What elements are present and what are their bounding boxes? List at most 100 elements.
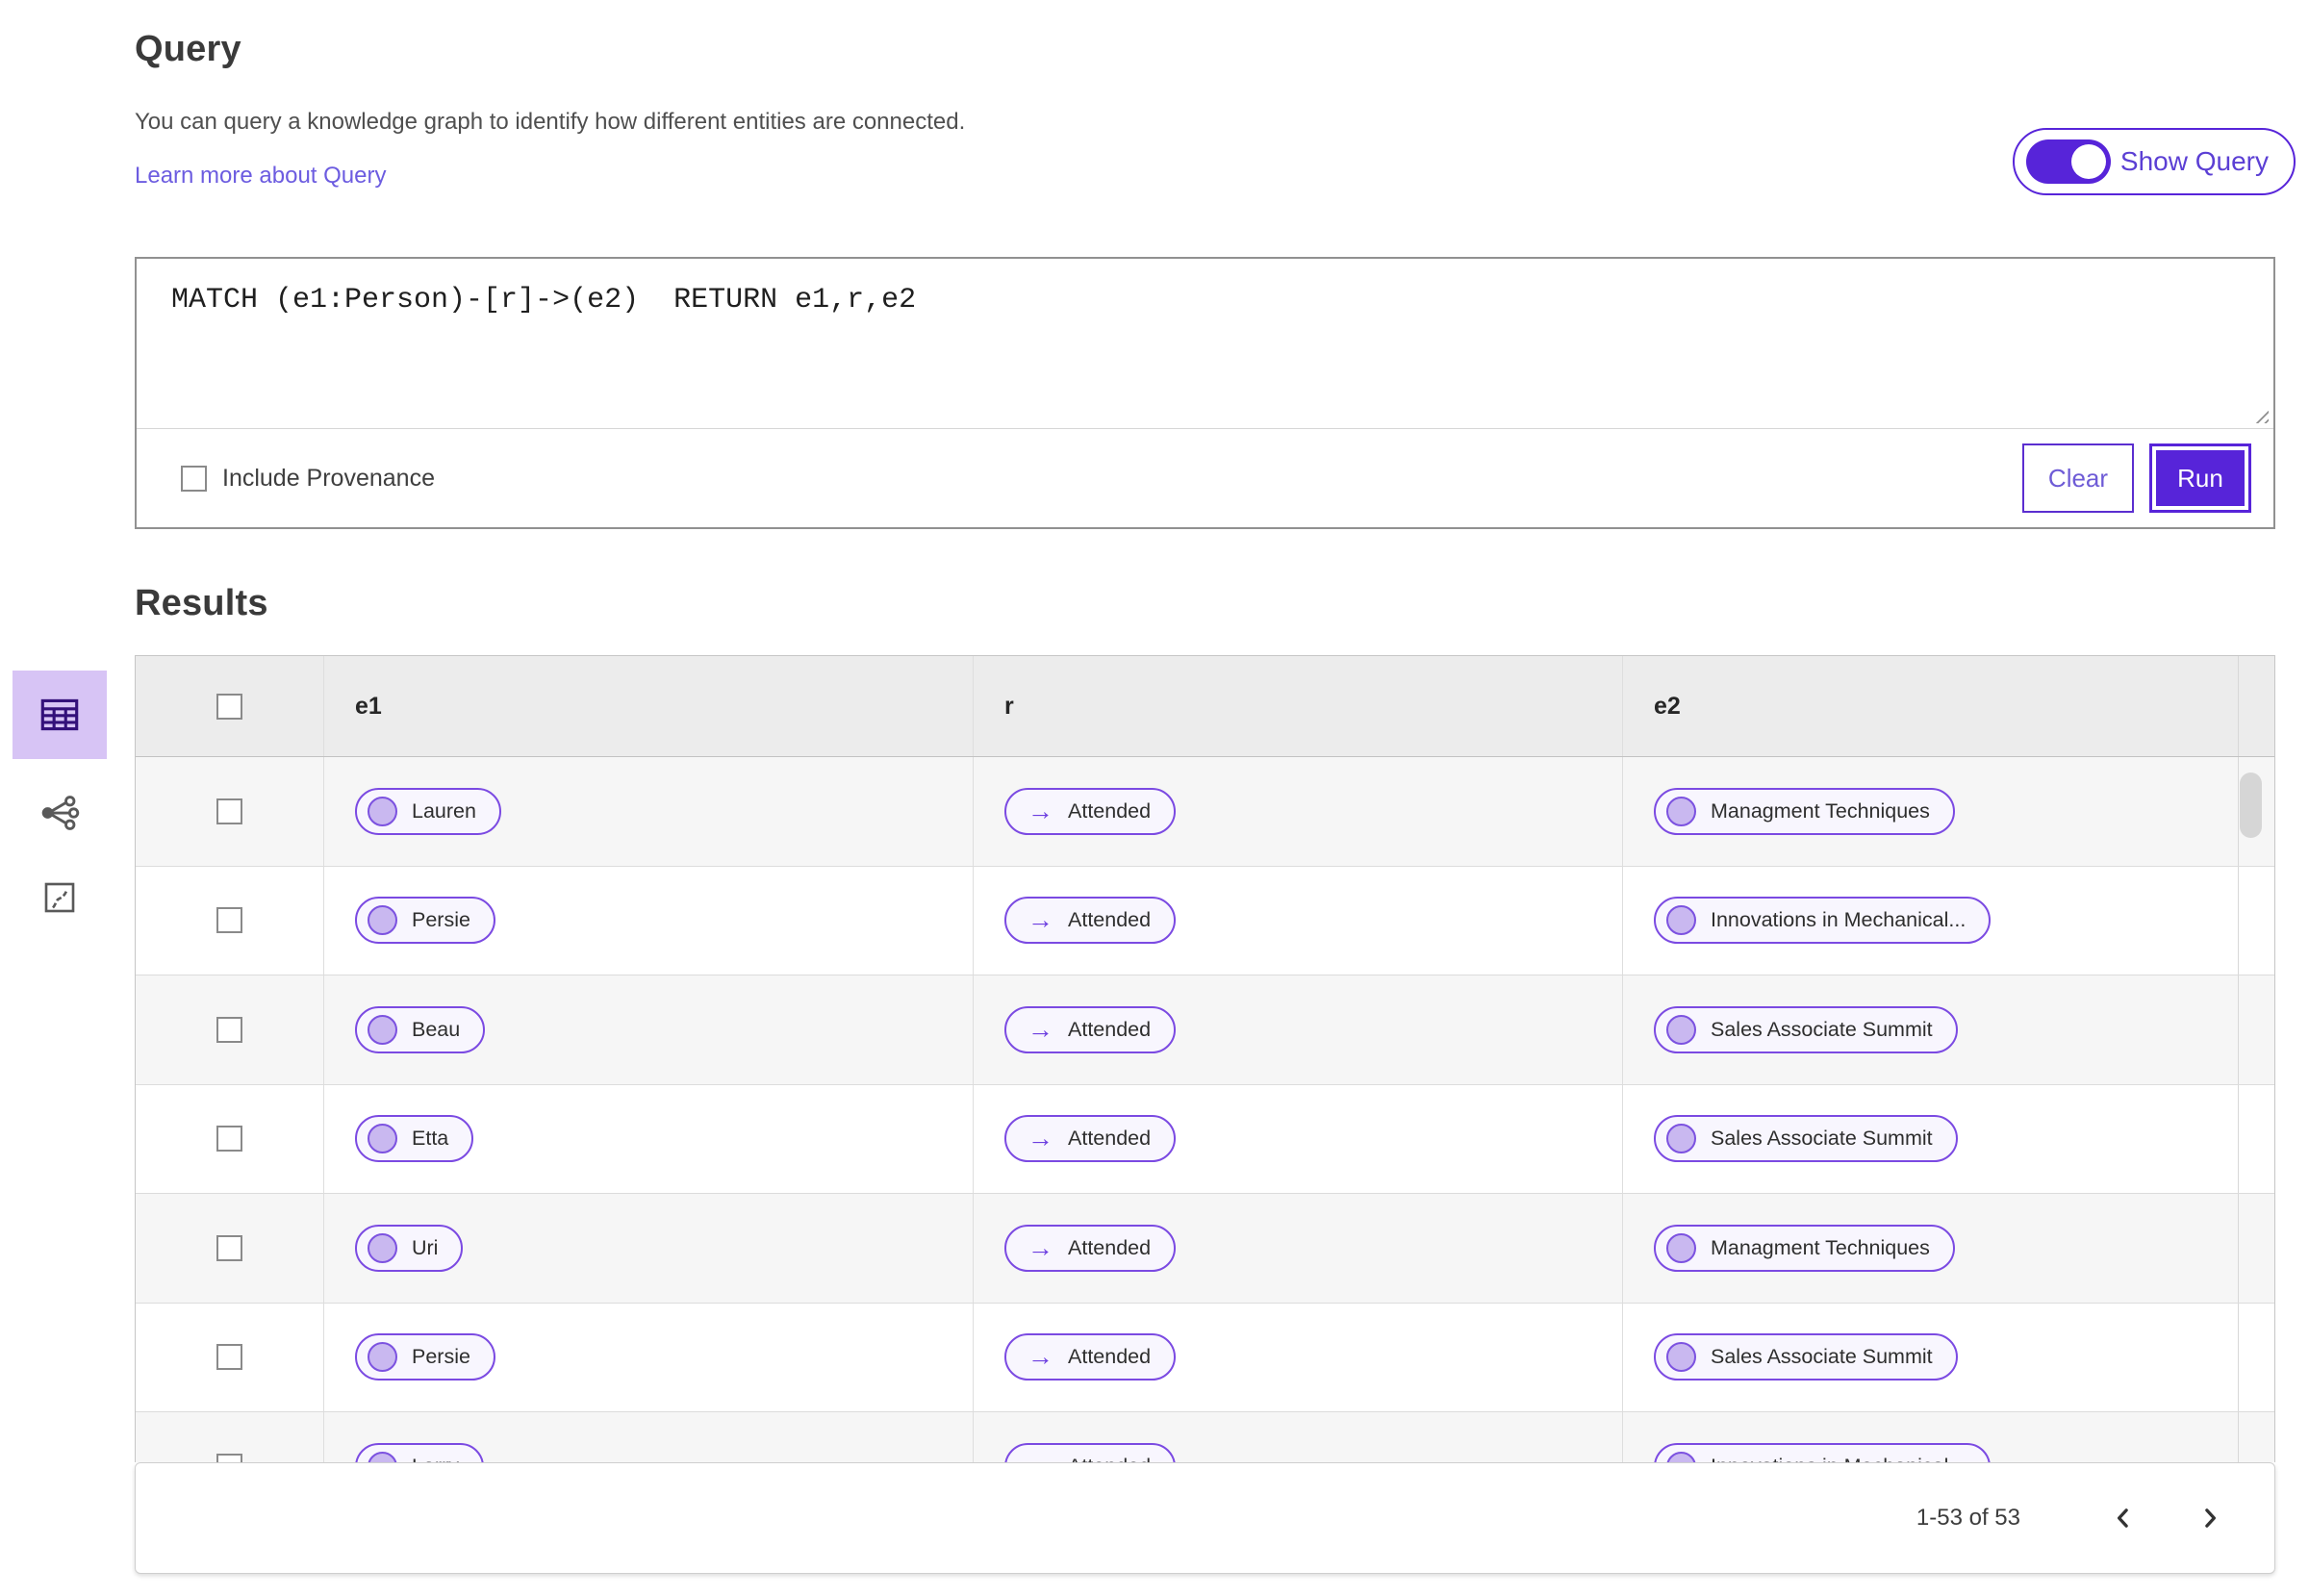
next-page-button[interactable]: [2190, 1498, 2230, 1538]
relation-pill[interactable]: → Attended: [1004, 1224, 1177, 1272]
scrollbar-gutter: [2238, 656, 2274, 756]
show-query-label: Show Query: [2119, 146, 2269, 176]
chevron-right-icon: [2205, 1508, 2216, 1528]
entity-label: Sales Associate Summit: [1711, 1127, 1933, 1151]
toggle-switch-icon[interactable]: [2025, 139, 2111, 184]
entity-label: Persie: [412, 908, 470, 932]
entity-node-icon: [368, 905, 397, 936]
entity-node-icon: [1666, 1451, 1696, 1462]
vertical-scrollbar[interactable]: [2240, 773, 2262, 838]
chart-view-button[interactable]: [13, 867, 107, 928]
row-checkbox[interactable]: [216, 798, 242, 824]
entity-pill-e1[interactable]: Persie: [355, 1333, 495, 1381]
arrow-right-icon: →: [1028, 796, 1053, 825]
select-all-checkbox[interactable]: [216, 693, 242, 720]
prev-page-button[interactable]: [2103, 1498, 2144, 1538]
entity-pill-e2[interactable]: Managment Techniques: [1654, 787, 1955, 835]
arrow-right-icon: →: [1028, 1232, 1053, 1262]
row-checkbox[interactable]: [216, 1453, 242, 1462]
entity-pill-e1[interactable]: Beau: [355, 1005, 486, 1053]
entity-pill-e1[interactable]: Lauren: [355, 787, 501, 835]
entity-pill-e1[interactable]: Larry: [355, 1442, 484, 1462]
table-row: Larry → Attended Innovations in Mechanic…: [136, 1412, 2274, 1462]
view-switcher: [13, 671, 107, 928]
table-body-region: Lauren → Attended Managment Techniques P…: [136, 757, 2274, 1462]
table-row: Beau → Attended Sales Associate Summit: [136, 975, 2274, 1085]
entity-node-icon: [1666, 905, 1696, 936]
entity-pill-e1[interactable]: Persie: [355, 897, 495, 945]
row-checkbox[interactable]: [216, 1344, 242, 1371]
entity-node-icon: [1666, 796, 1696, 826]
relation-pill[interactable]: → Attended: [1004, 1442, 1177, 1462]
entity-pill-e1[interactable]: Etta: [355, 1115, 474, 1163]
arrow-right-icon: →: [1028, 905, 1053, 935]
results-title: Results: [135, 583, 268, 623]
table-row: Lauren → Attended Managment Techniques: [136, 757, 2274, 867]
entity-pill-e2[interactable]: Sales Associate Summit: [1654, 1115, 1958, 1163]
entity-node-icon: [1666, 1232, 1696, 1263]
table-row: Persie → Attended Sales Associate Summit: [136, 1303, 2274, 1412]
relation-pill[interactable]: → Attended: [1004, 1005, 1177, 1053]
entity-node-icon: [1666, 1014, 1696, 1045]
entity-node-icon: [368, 1124, 397, 1154]
run-button[interactable]: Run: [2149, 443, 2251, 513]
pagination-bar: 1-53 of 53: [135, 1462, 2275, 1574]
entity-label: Innovations in Mechanical...: [1711, 908, 1966, 932]
network-view-icon: [41, 796, 80, 830]
table-view-icon: [40, 698, 79, 731]
entity-pill-e2[interactable]: Sales Associate Summit: [1654, 1333, 1958, 1381]
entity-label: Etta: [412, 1127, 449, 1151]
pagination-range: 1-53 of 53: [1916, 1505, 2020, 1531]
learn-more-link[interactable]: Learn more about Query: [135, 163, 386, 190]
clear-button[interactable]: Clear: [2022, 443, 2134, 513]
entity-pill-e2[interactable]: Sales Associate Summit: [1654, 1005, 1958, 1053]
entity-node-icon: [368, 1451, 397, 1462]
relation-pill[interactable]: → Attended: [1004, 1333, 1177, 1381]
entity-pill-e2[interactable]: Managment Techniques: [1654, 1224, 1955, 1272]
entity-node-icon: [368, 1342, 397, 1373]
page-title: Query: [135, 29, 241, 69]
table-body: Lauren → Attended Managment Techniques P…: [136, 757, 2274, 1462]
include-provenance-checkbox[interactable]: [181, 465, 207, 492]
column-header-e1: e1: [355, 692, 382, 720]
entity-label: Persie: [412, 1345, 470, 1369]
table-row: Etta → Attended Sales Associate Summit: [136, 1084, 2274, 1194]
entity-label: Lauren: [412, 798, 476, 823]
relation-label: Attended: [1068, 1345, 1152, 1369]
table-row: Persie → Attended Innovations in Mechani…: [136, 866, 2274, 975]
entity-label: Sales Associate Summit: [1711, 1345, 1933, 1369]
chart-view-icon: [44, 882, 75, 913]
column-header-e2: e2: [1654, 692, 1681, 720]
network-view-button[interactable]: [13, 782, 107, 844]
relation-pill[interactable]: → Attended: [1004, 1115, 1177, 1163]
entity-label: Managment Techniques: [1711, 798, 1930, 823]
relation-label: Attended: [1068, 798, 1152, 823]
table-header-row: e1 r e2: [136, 656, 2274, 757]
row-checkbox[interactable]: [216, 1234, 242, 1261]
row-checkbox[interactable]: [216, 1126, 242, 1153]
row-checkbox[interactable]: [216, 907, 242, 934]
arrow-right-icon: →: [1028, 1124, 1053, 1153]
query-editor-input[interactable]: MATCH (e1:Person)-[r]->(e2) RETURN e1,r,…: [137, 259, 2273, 428]
entity-pill-e2[interactable]: Innovations in Mechanical...: [1654, 1442, 1992, 1462]
entity-pill-e2[interactable]: Innovations in Mechanical...: [1654, 897, 1992, 945]
row-checkbox[interactable]: [216, 1016, 242, 1043]
entity-label: Uri: [412, 1235, 439, 1259]
entity-label: Larry: [412, 1455, 459, 1462]
entity-node-icon: [368, 1014, 397, 1045]
query-description: You can query a knowledge graph to ident…: [135, 109, 966, 135]
relation-label: Attended: [1068, 1017, 1152, 1041]
table-view-button[interactable]: [13, 671, 107, 759]
entity-node-icon: [1666, 1124, 1696, 1154]
relation-pill[interactable]: → Attended: [1004, 897, 1177, 945]
results-table: e1 r e2 Lauren → Attended Managment Tech…: [135, 655, 2275, 1462]
arrow-right-icon: →: [1028, 1342, 1053, 1372]
relation-pill[interactable]: → Attended: [1004, 787, 1177, 835]
show-query-toggle[interactable]: Show Query: [2012, 128, 2296, 195]
entity-pill-e1[interactable]: Uri: [355, 1224, 464, 1272]
relation-label: Attended: [1068, 908, 1152, 932]
entity-node-icon: [368, 1232, 397, 1263]
entity-node-icon: [1666, 1342, 1696, 1373]
query-panel: MATCH (e1:Person)-[r]->(e2) RETURN e1,r,…: [135, 257, 2275, 529]
entity-label: Innovations in Mechanical...: [1711, 1455, 1966, 1462]
